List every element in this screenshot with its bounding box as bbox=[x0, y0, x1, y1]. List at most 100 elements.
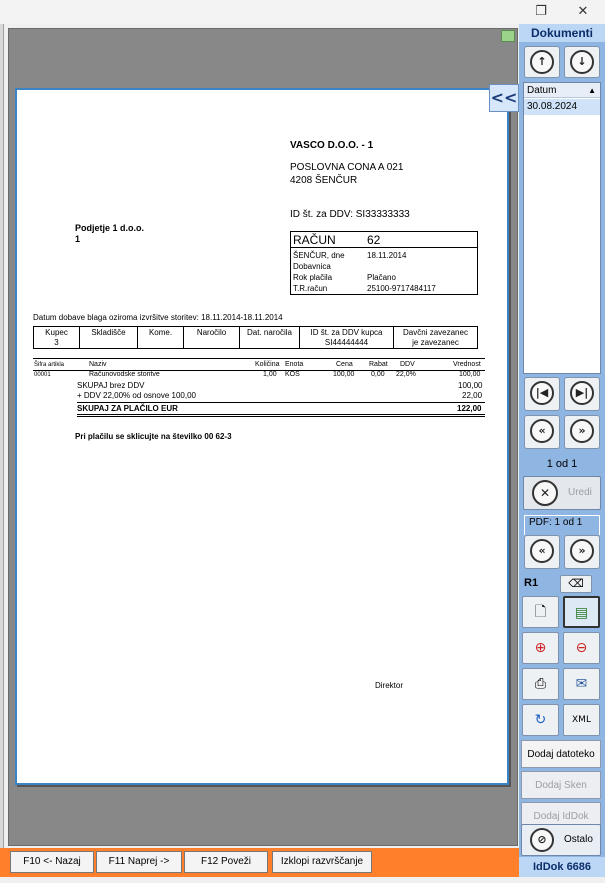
divider bbox=[33, 358, 485, 359]
rewind-icon: « bbox=[530, 539, 554, 563]
invoice-row-value: 18.11.2014 bbox=[367, 251, 407, 260]
left-splitter[interactable] bbox=[0, 24, 4, 850]
header-cell: Kome. bbox=[138, 327, 184, 348]
vat-id: ID št. za DDV: SI33333333 bbox=[290, 209, 410, 220]
payment-note: Pri plačilu se sklicujte na številko 00 … bbox=[75, 432, 232, 441]
invoice-row-label: ŠENČUR, dne bbox=[293, 251, 345, 260]
close-icon[interactable]: ✕ bbox=[572, 3, 594, 21]
collapse-panel-button[interactable]: << bbox=[489, 84, 519, 112]
add-file-button[interactable]: Dodaj datoteko bbox=[521, 740, 601, 768]
back-button[interactable]: F10 <- Nazaj bbox=[10, 851, 94, 873]
new-document-icon[interactable]: 🗋 bbox=[522, 596, 559, 628]
refresh-icon[interactable]: ↻ bbox=[522, 704, 559, 736]
link-button[interactable]: F12 Poveži bbox=[184, 851, 268, 873]
skip-first-icon: |◀ bbox=[530, 381, 554, 405]
total-label: SKUPAJ brez DDV bbox=[77, 381, 145, 390]
skip-last-icon: ▶| bbox=[570, 381, 594, 405]
fast-forward-icon: » bbox=[570, 419, 594, 443]
unsort-button[interactable]: Izklopi razvrščanje bbox=[272, 851, 372, 873]
footer-bar: F10 <- Nazaj F11 Naprej -> F12 Poveži Iz… bbox=[0, 848, 519, 877]
email-icon[interactable]: ✉ bbox=[563, 668, 600, 700]
header-table: Kupec 3 Skladišče Kome. Naročilo Dat. nar… bbox=[33, 326, 478, 349]
next-button[interactable]: » bbox=[564, 415, 600, 449]
disabled-icon: ⊘ bbox=[530, 828, 554, 852]
company-address-2: 4208 ŠENČUR bbox=[290, 175, 358, 186]
iddok-label: IdDok 6686 bbox=[519, 857, 605, 877]
invoice-row-value: 25100-9717484117 bbox=[367, 284, 436, 293]
item-enota: KOS bbox=[285, 371, 300, 378]
header-cell: Naročilo bbox=[184, 327, 240, 348]
pdf-next-button[interactable]: » bbox=[564, 535, 600, 569]
item-naziv: Računovodske storitve bbox=[89, 371, 160, 378]
zoom-out-icon[interactable]: ⊖ bbox=[563, 632, 600, 664]
invoice-row-label: T.R.račun bbox=[293, 284, 328, 293]
tools-icon: ✕ bbox=[532, 480, 558, 506]
divider bbox=[77, 414, 485, 415]
invoice-row-label: Dobavnica bbox=[293, 262, 331, 271]
col-ddv: DDV bbox=[400, 361, 415, 368]
document-list[interactable]: Datum ▲ 30.08.2024 bbox=[523, 82, 601, 374]
col-vrednost: Vrednost bbox=[453, 361, 481, 368]
xml-icon[interactable]: XML bbox=[563, 704, 600, 736]
right-panel: Dokumenti ↑ ↓ Datum ▲ 30.08.2024 |◀ ▶| « … bbox=[519, 24, 605, 877]
arrow-down-icon: ↓ bbox=[570, 50, 594, 74]
invoice-title: RAČUN bbox=[293, 233, 336, 247]
last-button[interactable]: ▶| bbox=[564, 377, 600, 411]
header-cell: Davčni zavezanec je zavezanec bbox=[403, 328, 468, 347]
divider bbox=[77, 416, 485, 417]
grand-total-value: 122,00 bbox=[457, 404, 482, 413]
arrow-up-icon: ↑ bbox=[530, 50, 554, 74]
delivery-date: Datum dobave blaga oziroma izvršitve sto… bbox=[33, 313, 283, 322]
customer-code: 1 bbox=[75, 234, 81, 244]
company-name: VASCO D.O.O. - 1 bbox=[290, 140, 374, 151]
col-cena: Cena bbox=[336, 361, 353, 368]
prev-button[interactable]: « bbox=[524, 415, 560, 449]
list-item[interactable]: 30.08.2024 bbox=[524, 99, 600, 115]
other-button[interactable]: ⊘ Ostalo bbox=[521, 824, 601, 856]
add-scan-button[interactable]: Dodaj Sken bbox=[521, 771, 601, 799]
r-label: R1 bbox=[524, 577, 539, 589]
signature-label: Direktor bbox=[375, 681, 404, 690]
eraser-icon[interactable]: ⌫ bbox=[560, 575, 592, 593]
first-button[interactable]: |◀ bbox=[524, 377, 560, 411]
divider bbox=[77, 402, 485, 403]
header-cell: Skladišče bbox=[80, 327, 138, 348]
invoice-header: RAČUN 62 bbox=[291, 232, 477, 248]
invoice-number: 62 bbox=[367, 233, 381, 247]
total-value: 100,00 bbox=[458, 381, 483, 390]
customer-name: Podjetje 1 d.o.o. bbox=[75, 223, 145, 233]
forward-button[interactable]: F11 Naprej -> bbox=[96, 851, 182, 873]
col-sifra: Šifra artikla bbox=[34, 362, 65, 368]
list-header-date[interactable]: Datum ▲ bbox=[524, 83, 600, 98]
other-label: Ostalo bbox=[564, 834, 593, 845]
fast-forward-icon: » bbox=[570, 539, 594, 563]
total-label: + DDV 22,00% od osnove 100,00 bbox=[77, 391, 196, 400]
header-cell: Kupec 3 bbox=[34, 327, 80, 348]
item-kolicina: 1,00 bbox=[263, 371, 277, 378]
col-rabat: Rabat bbox=[369, 361, 388, 368]
header-cell: ID št. za DDV kupca SI44444444 bbox=[300, 327, 394, 348]
documents-title: Dokumenti bbox=[519, 24, 605, 42]
restore-icon[interactable]: ❐ bbox=[530, 3, 552, 21]
col-kolicina: Količina bbox=[255, 361, 280, 368]
item-cena: 100,00 bbox=[333, 371, 355, 378]
print-icon[interactable]: ⎙ bbox=[522, 668, 559, 700]
col-enota: Enota bbox=[285, 361, 304, 368]
item-rabat: 0,00 bbox=[371, 371, 385, 378]
invoice-page: VASCO D.O.O. - 1 POSLOVNA CONA A 021 420… bbox=[15, 88, 509, 785]
edit-button[interactable]: ✕ Uredi bbox=[523, 476, 601, 510]
grand-total-label: SKUPAJ ZA PLAČILO EUR bbox=[77, 404, 178, 413]
page-view-icon[interactable] bbox=[501, 30, 515, 42]
item-vrednost: 100,00 bbox=[459, 371, 481, 378]
rewind-icon: « bbox=[530, 419, 554, 443]
item-sifra: 00001 bbox=[34, 372, 51, 378]
move-up-button[interactable]: ↑ bbox=[524, 46, 560, 78]
zoom-in-icon[interactable]: ⊕ bbox=[522, 632, 559, 664]
sort-asc-icon: ▲ bbox=[588, 86, 596, 95]
col-naziv: Naziv bbox=[89, 361, 107, 368]
page-view-icon[interactable]: ▤ bbox=[563, 596, 600, 628]
pdf-prev-button[interactable]: « bbox=[524, 535, 560, 569]
edit-label: Uredi bbox=[568, 487, 592, 498]
header-cell: Dat. naročila bbox=[240, 327, 300, 348]
move-down-button[interactable]: ↓ bbox=[564, 46, 600, 78]
